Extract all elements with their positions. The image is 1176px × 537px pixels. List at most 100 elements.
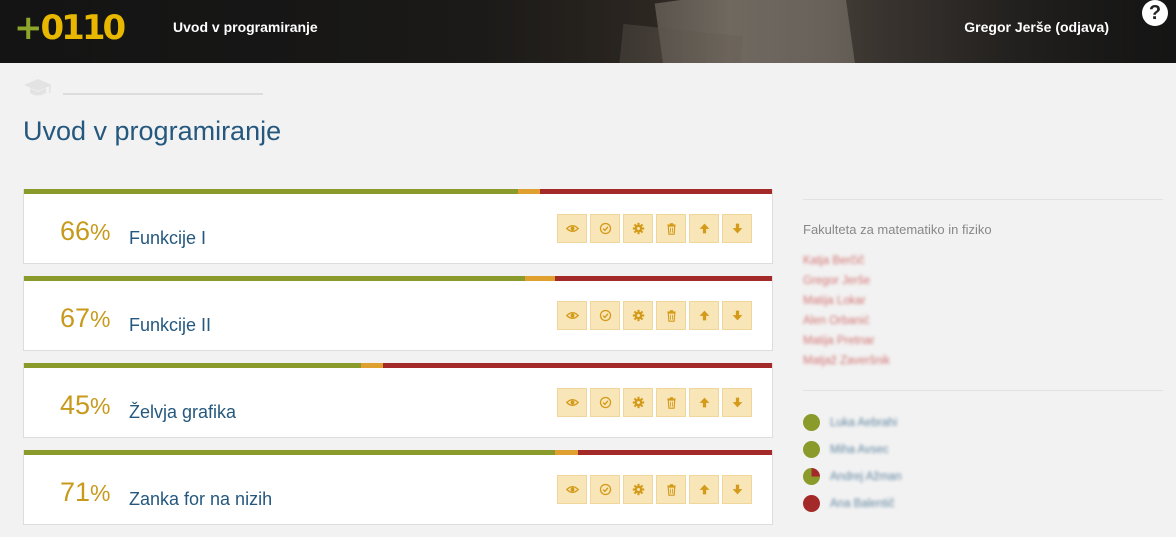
teacher-link[interactable]: Gregor Jerše — [803, 271, 890, 291]
progress-bar — [24, 363, 772, 368]
student-item[interactable]: Miha Avsec — [803, 436, 902, 463]
action-buttons — [557, 475, 752, 504]
check-circle-icon — [599, 483, 612, 496]
teacher-link[interactable]: Matija Pretnar — [803, 331, 890, 351]
action-buttons — [557, 388, 752, 417]
settings-button[interactable] — [623, 214, 653, 243]
teacher-link[interactable]: Matjaž Zaveršnik — [803, 351, 890, 371]
solutions-button[interactable] — [590, 475, 620, 504]
move-up-button[interactable] — [689, 301, 719, 330]
teacher-link[interactable]: Matija Lokar — [803, 291, 890, 311]
settings-button[interactable] — [623, 301, 653, 330]
delete-button[interactable] — [656, 301, 686, 330]
gear-icon — [632, 222, 645, 235]
sidebar-divider — [803, 390, 1163, 391]
delete-button[interactable] — [656, 388, 686, 417]
arrow-up-icon — [698, 483, 711, 496]
move-up-button[interactable] — [689, 475, 719, 504]
teacher-link[interactable]: Katja Berčič — [803, 251, 890, 271]
progress-unsolved — [577, 450, 772, 455]
eye-icon — [565, 309, 579, 322]
teacher-link[interactable]: Alen Orbanić — [803, 311, 890, 331]
move-up-button[interactable] — [689, 388, 719, 417]
solutions-button[interactable] — [590, 301, 620, 330]
problem-set-title[interactable]: Funkcije II — [129, 315, 211, 336]
progress-solved — [24, 363, 361, 368]
view-button[interactable] — [557, 214, 587, 243]
progress-pie-icon — [803, 495, 820, 512]
arrow-down-icon — [731, 222, 744, 235]
arrow-up-icon — [698, 396, 711, 409]
delete-button[interactable] — [656, 475, 686, 504]
page-title: Uvod v programiranje — [23, 116, 282, 146]
problem-set-title[interactable]: Želvja grafika — [129, 402, 236, 423]
student-item[interactable]: Andrej Ažman — [803, 463, 902, 490]
problem-set-card: 66% Funkcije I — [23, 189, 773, 264]
breadcrumb — [63, 93, 263, 95]
trash-icon — [665, 483, 678, 496]
eye-icon — [565, 483, 579, 496]
progress-partial — [555, 450, 578, 455]
move-down-button[interactable] — [722, 214, 752, 243]
action-buttons — [557, 301, 752, 330]
move-up-button[interactable] — [689, 214, 719, 243]
eye-icon — [565, 222, 579, 235]
view-button[interactable] — [557, 388, 587, 417]
sidebar-divider — [803, 199, 1163, 200]
progress-partial — [525, 276, 556, 281]
problem-set-title[interactable]: Funkcije I — [129, 228, 206, 249]
user-logout-link[interactable]: Gregor Jerše (odjava) — [964, 19, 1109, 35]
percent-solved: 71% — [60, 477, 111, 507]
move-down-button[interactable] — [722, 388, 752, 417]
teacher-list: Katja Berčič Gregor Jerše Matija Lokar A… — [803, 251, 890, 371]
view-button[interactable] — [557, 301, 587, 330]
graduation-cap-icon — [24, 79, 52, 96]
progress-solved — [24, 450, 556, 455]
student-item[interactable]: Luka Aebrahi — [803, 409, 902, 436]
gear-icon — [632, 483, 645, 496]
arrow-up-icon — [698, 222, 711, 235]
arrow-up-icon — [698, 309, 711, 322]
progress-partial — [517, 189, 541, 194]
action-buttons — [557, 214, 752, 243]
progress-bar — [24, 450, 772, 455]
move-down-button[interactable] — [722, 475, 752, 504]
help-icon[interactable]: ? — [1142, 0, 1168, 26]
problem-set-list: 66% Funkcije I 67% Funkcije II 45% Želvja g… — [23, 189, 773, 537]
check-circle-icon — [599, 396, 612, 409]
arrow-down-icon — [731, 483, 744, 496]
solutions-button[interactable] — [590, 388, 620, 417]
problem-set-title[interactable]: Zanka for na nizih — [129, 489, 272, 510]
top-navbar: +0110 Uvod v programiranje Gregor Jerše … — [0, 0, 1176, 63]
check-circle-icon — [599, 309, 612, 322]
settings-button[interactable] — [623, 475, 653, 504]
trash-icon — [665, 396, 678, 409]
student-name: Luka Aebrahi — [830, 416, 898, 429]
student-name: Andrej Ažman — [830, 470, 902, 483]
progress-unsolved — [540, 189, 772, 194]
arrow-down-icon — [731, 309, 744, 322]
nav-course-link[interactable]: Uvod v programiranje — [173, 19, 318, 35]
site-logo[interactable]: +0110 — [14, 6, 126, 50]
progress-pie-icon — [803, 414, 820, 431]
view-button[interactable] — [557, 475, 587, 504]
student-name: Ana Balentič — [830, 497, 895, 510]
problem-set-card: 71% Zanka for na nizih — [23, 450, 773, 525]
trash-icon — [665, 309, 678, 322]
progress-unsolved — [383, 363, 772, 368]
delete-button[interactable] — [656, 214, 686, 243]
settings-button[interactable] — [623, 388, 653, 417]
eye-icon — [565, 396, 579, 409]
progress-pie-icon — [803, 441, 820, 458]
student-name: Miha Avsec — [830, 443, 889, 456]
solutions-button[interactable] — [590, 214, 620, 243]
faculty-name: Fakulteta za matematiko in fiziko — [803, 222, 992, 237]
trash-icon — [665, 222, 678, 235]
progress-pie-icon — [803, 468, 820, 485]
problem-set-card: 67% Funkcije II — [23, 276, 773, 351]
gear-icon — [632, 309, 645, 322]
move-down-button[interactable] — [722, 301, 752, 330]
problem-set-card: 45% Želvja grafika — [23, 363, 773, 438]
progress-solved — [24, 276, 526, 281]
progress-bar — [24, 189, 772, 194]
